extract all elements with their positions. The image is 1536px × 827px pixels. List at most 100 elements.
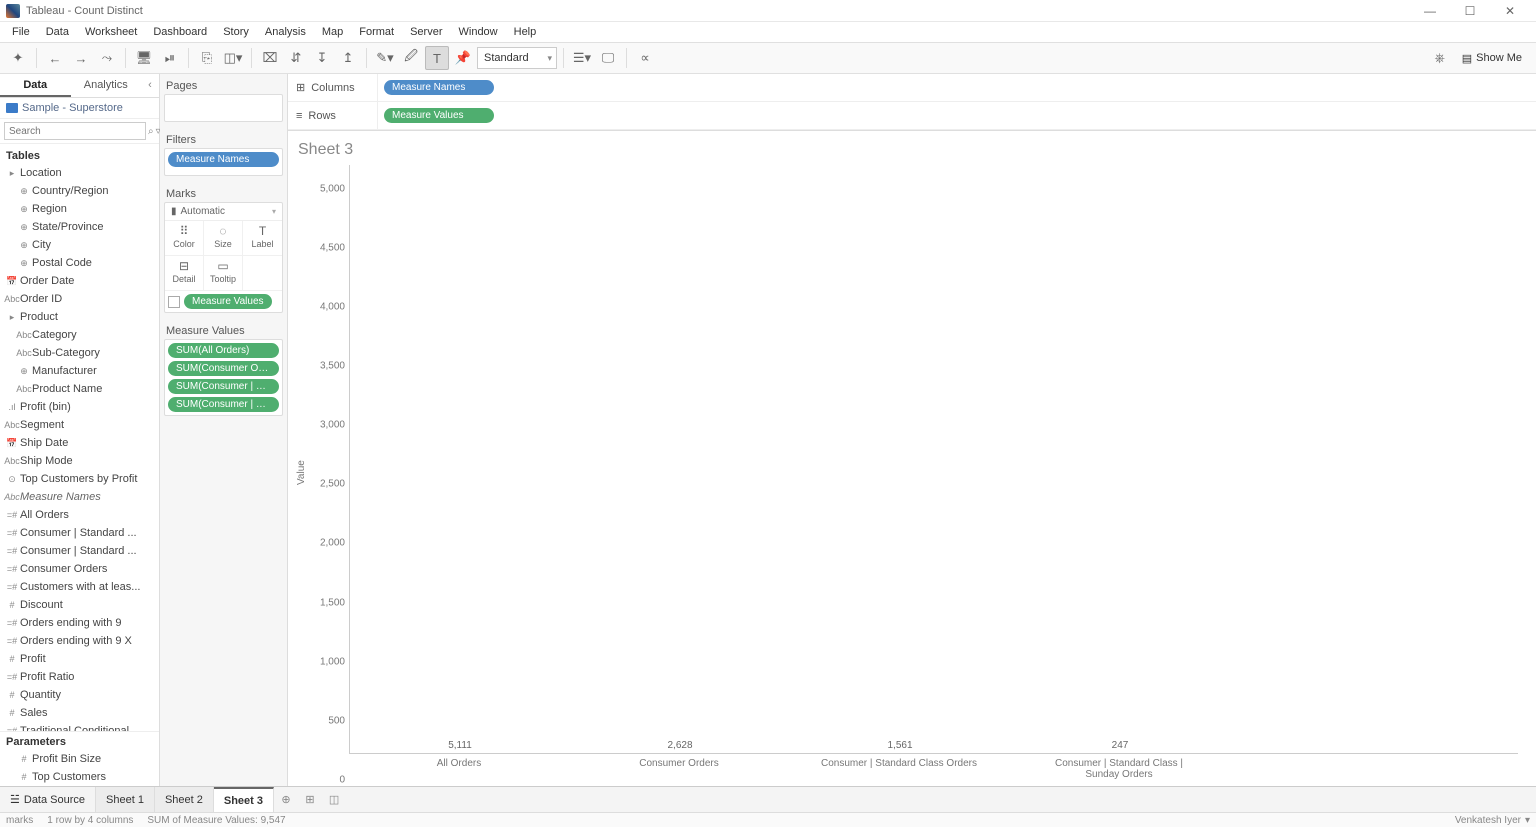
menu-format[interactable]: Format xyxy=(351,24,402,40)
tableau-icon[interactable]: ✦ xyxy=(6,46,30,70)
close-button[interactable]: ✕ xyxy=(1490,4,1530,18)
field-item[interactable]: =#Consumer Orders xyxy=(0,560,159,578)
new-worksheet-icon[interactable]: ⎘ xyxy=(195,46,219,70)
measure-value-pill[interactable]: SUM(Consumer | St... xyxy=(168,397,279,412)
swap-button[interactable]: ⇵ xyxy=(284,46,308,70)
menu-data[interactable]: Data xyxy=(38,24,77,40)
field-item[interactable]: =#Customers with at leas... xyxy=(0,578,159,596)
field-item[interactable]: AbcMeasure Names xyxy=(0,488,159,506)
field-item[interactable]: ⊕Region xyxy=(0,200,159,218)
shelf-pill[interactable]: Measure Values xyxy=(384,108,494,123)
sort-asc-button[interactable]: ↧ xyxy=(310,46,334,70)
measure-value-pill[interactable]: SUM(All Orders) xyxy=(168,343,279,358)
shelf-pill[interactable]: Measure Names xyxy=(384,80,494,95)
field-item[interactable]: .ılProfit (bin) xyxy=(0,398,159,416)
filter-pill[interactable]: Measure Names xyxy=(168,152,279,167)
field-item[interactable]: ⊕City xyxy=(0,236,159,254)
show-cards-button[interactable]: ☰▾ xyxy=(570,46,594,70)
fit-selector[interactable]: Standard xyxy=(477,47,557,69)
field-item[interactable]: #Sales xyxy=(0,704,159,722)
tab-analytics[interactable]: Analytics xyxy=(71,74,142,97)
field-item[interactable]: AbcSegment xyxy=(0,416,159,434)
data-guide-icon[interactable]: ⎈ xyxy=(1428,46,1452,70)
new-dashboard-button[interactable]: ⊞ xyxy=(298,787,322,812)
duplicate-sheet-icon[interactable]: ◫▾ xyxy=(221,46,245,70)
menu-story[interactable]: Story xyxy=(215,24,257,40)
new-sheet-button[interactable]: ⊕ xyxy=(274,787,298,812)
pages-shelf[interactable] xyxy=(164,94,283,122)
field-item[interactable]: ▸Product xyxy=(0,308,159,326)
field-item[interactable]: AbcProduct Name xyxy=(0,380,159,398)
menu-window[interactable]: Window xyxy=(451,24,506,40)
measure-value-pill[interactable]: SUM(Consumer Ord... xyxy=(168,361,279,376)
field-item[interactable]: =#Consumer | Standard ... xyxy=(0,524,159,542)
collapse-sidebar-icon[interactable]: ‹ xyxy=(141,74,159,97)
save-button[interactable]: ⤳ xyxy=(95,46,119,70)
marks-pill-measure-values[interactable]: Measure Values xyxy=(184,294,272,309)
parameter-item[interactable]: #Top Customers xyxy=(0,768,159,786)
menu-file[interactable]: File xyxy=(4,24,38,40)
bar[interactable]: 247 xyxy=(1040,740,1200,753)
field-item[interactable]: AbcSub-Category xyxy=(0,344,159,362)
field-item[interactable]: =#Orders ending with 9 X xyxy=(0,632,159,650)
pin-button[interactable]: 📌 xyxy=(451,46,475,70)
undo-button[interactable]: ← xyxy=(43,46,67,70)
menu-help[interactable]: Help xyxy=(506,24,545,40)
menu-dashboard[interactable]: Dashboard xyxy=(145,24,215,40)
maximize-button[interactable]: ☐ xyxy=(1450,4,1490,18)
datasource-row[interactable]: Sample - Superstore xyxy=(0,98,159,119)
search-input[interactable] xyxy=(4,122,146,140)
tab-data[interactable]: Data xyxy=(0,74,71,97)
rows-shelf[interactable]: Measure Values xyxy=(378,105,1536,126)
field-item[interactable]: =#All Orders xyxy=(0,506,159,524)
field-item[interactable]: ⊙Top Customers by Profit xyxy=(0,470,159,488)
menu-analysis[interactable]: Analysis xyxy=(257,24,314,40)
share-button[interactable]: ∝ xyxy=(633,46,657,70)
field-item[interactable]: =#Traditional Conditional... xyxy=(0,722,159,731)
field-item[interactable]: =#Consumer | Standard ... xyxy=(0,542,159,560)
marks-type-selector[interactable]: ▮ Automatic xyxy=(165,203,282,221)
sheet-title[interactable]: Sheet 3 xyxy=(294,141,1518,165)
field-item[interactable]: ⊕State/Province xyxy=(0,218,159,236)
presentation-button[interactable]: 🖵 xyxy=(596,46,620,70)
field-item[interactable]: ⊕Postal Code xyxy=(0,254,159,272)
marks-color[interactable]: ⠿Color xyxy=(165,221,204,256)
sheet-tab[interactable]: Sheet 2 xyxy=(155,787,214,812)
menu-map[interactable]: Map xyxy=(314,24,351,40)
field-item[interactable]: 📅Order Date xyxy=(0,272,159,290)
marks-size[interactable]: ◌Size xyxy=(204,221,243,256)
marks-detail[interactable]: ⊟Detail xyxy=(165,256,204,291)
field-item[interactable]: #Quantity xyxy=(0,686,159,704)
bar[interactable]: 1,561 xyxy=(820,740,980,753)
field-item[interactable]: AbcCategory xyxy=(0,326,159,344)
sheet-tab[interactable]: Sheet 3 xyxy=(214,787,274,812)
menu-worksheet[interactable]: Worksheet xyxy=(77,24,145,40)
columns-shelf[interactable]: Measure Names xyxy=(378,77,1536,98)
bars-area[interactable]: 5,1112,6281,561247 xyxy=(349,165,1518,754)
search-options-icon[interactable]: ⌕ xyxy=(148,123,154,139)
field-item[interactable]: AbcOrder ID xyxy=(0,290,159,308)
new-story-button[interactable]: ◫ xyxy=(322,787,346,812)
sort-desc-button[interactable]: ↥ xyxy=(336,46,360,70)
marks-tooltip[interactable]: ▭Tooltip xyxy=(204,256,243,291)
measure-value-pill[interactable]: SUM(Consumer | St... xyxy=(168,379,279,394)
show-me-button[interactable]: ▤ Show Me xyxy=(1454,52,1530,65)
pause-button[interactable]: ⏯ xyxy=(158,46,182,70)
highlight-button[interactable]: ✎▾ xyxy=(373,46,397,70)
filters-shelf[interactable]: Measure Names xyxy=(164,148,283,176)
field-item[interactable]: ⊕Manufacturer xyxy=(0,362,159,380)
field-item[interactable]: #Discount xyxy=(0,596,159,614)
new-datasource-button[interactable]: 🖥 xyxy=(132,46,156,70)
field-item[interactable]: #Profit xyxy=(0,650,159,668)
show-labels-button[interactable]: T xyxy=(425,46,449,70)
tab-data-source[interactable]: ☱ Data Source xyxy=(0,787,96,812)
field-item[interactable]: AbcShip Mode xyxy=(0,452,159,470)
sheet-tab[interactable]: Sheet 1 xyxy=(96,787,155,812)
field-item[interactable]: =#Orders ending with 9 xyxy=(0,614,159,632)
field-item[interactable]: ▸Location xyxy=(0,164,159,182)
label-check-icon[interactable] xyxy=(168,296,180,308)
field-item[interactable]: 📅Ship Date xyxy=(0,434,159,452)
bar[interactable]: 5,111 xyxy=(380,740,540,753)
user-dropdown-icon[interactable]: ▾ xyxy=(1525,815,1530,826)
field-item[interactable]: ⊕Country/Region xyxy=(0,182,159,200)
